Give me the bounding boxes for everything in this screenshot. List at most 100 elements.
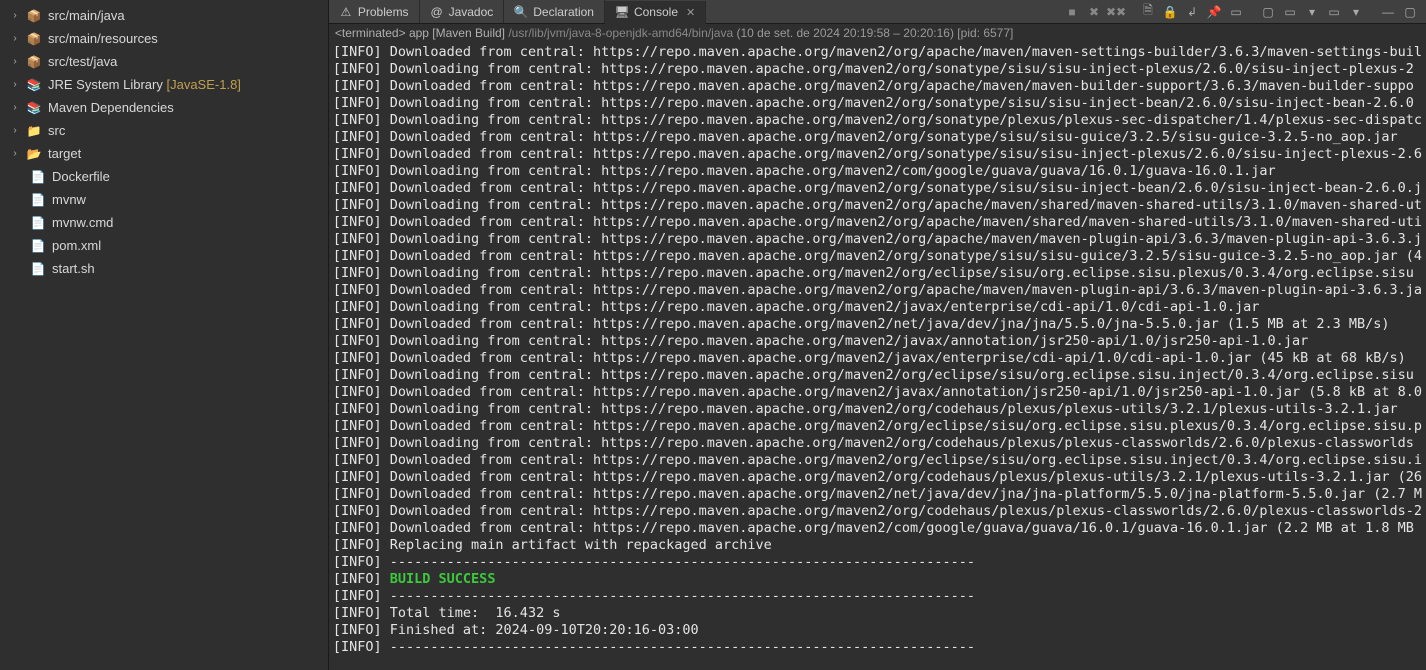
run-meta: (10 de set. de 2024 20:19:58 – 20:20:16)…: [736, 26, 1013, 40]
problems-icon: ⚠: [339, 5, 353, 19]
file-icon: 📄: [30, 261, 46, 277]
console-line: [INFO] Downloaded from central: https://…: [333, 418, 1422, 435]
tree-item-label: pom.xml: [52, 238, 101, 253]
tree-item[interactable]: ›📦src/main/resources: [0, 27, 328, 50]
main-area: ⚠Problems @ Javadoc 🔍Declaration 🖥 Console ✕ ■…: [329, 0, 1426, 670]
console-toolbar: ■ ✖ ✖✖ 🗎 🔒 ↲ 📌 ▭ ▢ ▭ ▾ ▭ ▾ ― ▢: [1056, 0, 1426, 23]
tab-problems[interactable]: ⚠Problems: [329, 0, 420, 23]
console-line: [INFO] Downloaded from central: https://…: [333, 452, 1422, 469]
file-icon: 📄: [30, 192, 46, 208]
expand-arrow-icon[interactable]: ›: [10, 125, 20, 136]
console-line: [INFO] ---------------------------------…: [333, 588, 1422, 605]
tree-item-label: target: [48, 146, 81, 161]
console-line: [INFO] Total time: 16.432 s: [333, 605, 1422, 622]
tab-label: Javadoc: [449, 5, 494, 19]
file-icon: 📄: [30, 215, 46, 231]
console-process-label: <terminated> app [Maven Build] /usr/lib/…: [329, 24, 1426, 42]
clear-console-button[interactable]: 🗎: [1138, 2, 1158, 22]
open-console-alt-button[interactable]: ▭: [1324, 2, 1344, 22]
open-console-button[interactable]: ▢: [1258, 2, 1278, 22]
pin-console-button[interactable]: 📌: [1204, 2, 1224, 22]
tree-item-label: JRE System Library [JavaSE-1.8]: [48, 77, 241, 92]
expand-arrow-icon[interactable]: ›: [10, 33, 20, 44]
expand-arrow-icon[interactable]: ›: [10, 79, 20, 90]
console-icon: 🖥: [615, 5, 629, 19]
console-line: [INFO] Downloaded from central: https://…: [333, 384, 1422, 401]
tab-console[interactable]: 🖥 Console ✕: [605, 1, 706, 24]
tree-item-label: mvnw: [52, 192, 86, 207]
console-line: [INFO] Downloading from central: https:/…: [333, 197, 1422, 214]
tab-javadoc[interactable]: @ Javadoc: [420, 0, 505, 23]
console-menu2-dropdown-icon[interactable]: ▾: [1346, 2, 1366, 22]
fld-open-icon: 📂: [26, 146, 42, 162]
console-line: [INFO] Downloaded from central: https://…: [333, 486, 1422, 503]
tree-item-label: Maven Dependencies: [48, 100, 174, 115]
tree-item[interactable]: › 📚 JRE System Library [JavaSE-1.8]: [0, 73, 328, 96]
fld-icon: 📁: [26, 123, 42, 139]
console-line: [INFO] Downloaded from central: https://…: [333, 78, 1422, 95]
console-line: [INFO] Downloaded from central: https://…: [333, 129, 1422, 146]
tree-item-label: src/main/resources: [48, 31, 158, 46]
console-line: [INFO] ---------------------------------…: [333, 639, 1422, 656]
scroll-lock-button[interactable]: 🔒: [1160, 2, 1180, 22]
tree-item[interactable]: ›📚Maven Dependencies: [0, 96, 328, 119]
console-output[interactable]: [INFO] Downloaded from central: https://…: [329, 42, 1426, 670]
expand-arrow-icon[interactable]: ›: [10, 148, 20, 159]
build-success-label: BUILD SUCCESS: [390, 571, 496, 587]
expand-arrow-icon[interactable]: ›: [10, 10, 20, 21]
close-tab-icon[interactable]: ✕: [683, 6, 695, 19]
new-console-button[interactable]: ▭: [1280, 2, 1300, 22]
expand-arrow-icon[interactable]: ›: [10, 56, 20, 67]
lib-icon: 📚: [26, 77, 42, 93]
tree-item-label: start.sh: [52, 261, 95, 276]
javadoc-icon: @: [430, 5, 444, 19]
console-menu-dropdown-icon[interactable]: ▾: [1302, 2, 1322, 22]
terminated-prefix: <terminated>: [335, 26, 406, 40]
tree-item[interactable]: 📄 start.sh: [0, 257, 328, 280]
xml-icon: 📄: [30, 238, 46, 254]
tree-item[interactable]: 📄 pom.xml: [0, 234, 328, 257]
tree-item-label: src/test/java: [48, 54, 117, 69]
tree-item-extra: [JavaSE-1.8]: [163, 77, 241, 92]
console-line: [INFO] Downloaded from central: https://…: [333, 214, 1422, 231]
tree-item[interactable]: › 📂 target: [0, 142, 328, 165]
console-line: [INFO] Downloading from central: https:/…: [333, 435, 1422, 452]
tree-item[interactable]: ›📦src/test/java: [0, 50, 328, 73]
views-tabbar: ⚠Problems @ Javadoc 🔍Declaration 🖥 Console ✕ ■…: [329, 0, 1426, 24]
tree-item[interactable]: › 📁 src: [0, 119, 328, 142]
pkg-icon: 📦: [26, 8, 42, 24]
console-line: [INFO] Downloaded from central: https://…: [333, 44, 1422, 61]
package-explorer: › 📦 src/main/java ›📦src/main/resources›📦src…: [0, 0, 329, 670]
java-path: /usr/lib/jvm/java-8-openjdk-amd64/bin/ja…: [508, 26, 733, 40]
file-icon: 📄: [30, 169, 46, 185]
console-line: [INFO] Downloading from central: https:/…: [333, 112, 1422, 129]
console-line: [INFO] Downloaded from central: https://…: [333, 469, 1422, 486]
console-line: [INFO] Downloading from central: https:/…: [333, 231, 1422, 248]
console-line: [INFO] Downloaded from central: https://…: [333, 503, 1422, 520]
console-line: [INFO] Downloading from central: https:/…: [333, 333, 1422, 350]
console-line: [INFO] Downloaded from central: https://…: [333, 520, 1422, 537]
tree-item[interactable]: 📄mvnw.cmd: [0, 211, 328, 234]
tree-item-label: Dockerfile: [52, 169, 110, 184]
tree-item[interactable]: 📄 Dockerfile: [0, 165, 328, 188]
maximize-view-button[interactable]: ▢: [1400, 2, 1420, 22]
console-line: [INFO] Downloading from central: https:/…: [333, 299, 1422, 316]
tab-label: Console: [634, 5, 678, 19]
console-line: [INFO] Downloaded from central: https://…: [333, 248, 1422, 265]
tree-item[interactable]: › 📦 src/main/java: [0, 4, 328, 27]
terminate-button[interactable]: ■: [1062, 2, 1082, 22]
expand-arrow-icon[interactable]: ›: [10, 102, 20, 113]
console-line: [INFO] Downloading from central: https:/…: [333, 265, 1422, 282]
tab-label: Declaration: [533, 5, 594, 19]
tree-item-label: src/main/java: [48, 8, 125, 23]
console-line: [INFO] Finished at: 2024-09-10T20:20:16-…: [333, 622, 1422, 639]
console-line: [INFO] Downloaded from central: https://…: [333, 146, 1422, 163]
tab-declaration[interactable]: 🔍Declaration: [504, 0, 605, 23]
remove-all-button[interactable]: ✖✖: [1106, 2, 1126, 22]
remove-launch-button[interactable]: ✖: [1084, 2, 1104, 22]
word-wrap-button[interactable]: ↲: [1182, 2, 1202, 22]
tree-item[interactable]: 📄 mvnw: [0, 188, 328, 211]
minimize-view-button[interactable]: ―: [1378, 2, 1398, 22]
display-selected-button[interactable]: ▭: [1226, 2, 1246, 22]
tree-item-label: src: [48, 123, 65, 138]
